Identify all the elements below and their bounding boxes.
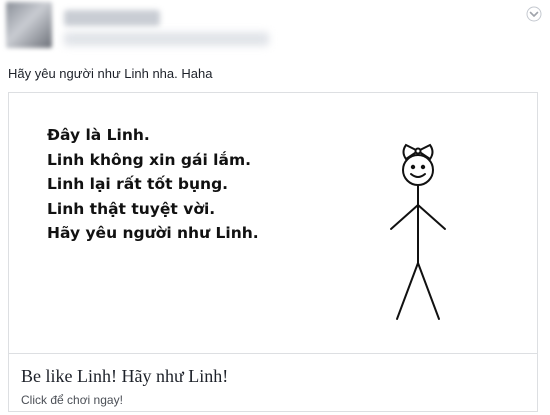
link-preview-card[interactable]: Đây là Linh. Linh không xin gái lắm. Lin… [8, 92, 538, 412]
post-options-button[interactable] [526, 6, 542, 22]
post-header [0, 0, 550, 58]
meme-line: Hãy yêu người như Linh. [47, 224, 259, 242]
author-name-blurred[interactable] [64, 10, 160, 26]
avatar[interactable] [6, 2, 52, 48]
meme-line: Linh không xin gái lắm. [47, 150, 251, 169]
stick-figure-illustration [390, 143, 446, 320]
meme-line: Linh lại rất tốt bụng. [47, 175, 229, 193]
meme-text: Đây là Linh. Linh không xin gái lắm. Lin… [47, 123, 259, 246]
post-meta-blurred [64, 32, 269, 46]
card-subtitle[interactable]: Click để chơi ngay! [21, 393, 123, 407]
card-title[interactable]: Be like Linh! Hãy như Linh! [21, 366, 228, 387]
meme-line: Đây là Linh. [47, 126, 150, 144]
card-image[interactable]: Đây là Linh. Linh không xin gái lắm. Lin… [9, 93, 537, 354]
chevron-down-icon [526, 6, 542, 22]
post-message: Hãy yêu người như Linh nha. Haha [8, 66, 213, 81]
meme-line: Linh thật tuyệt vời. [47, 199, 216, 218]
